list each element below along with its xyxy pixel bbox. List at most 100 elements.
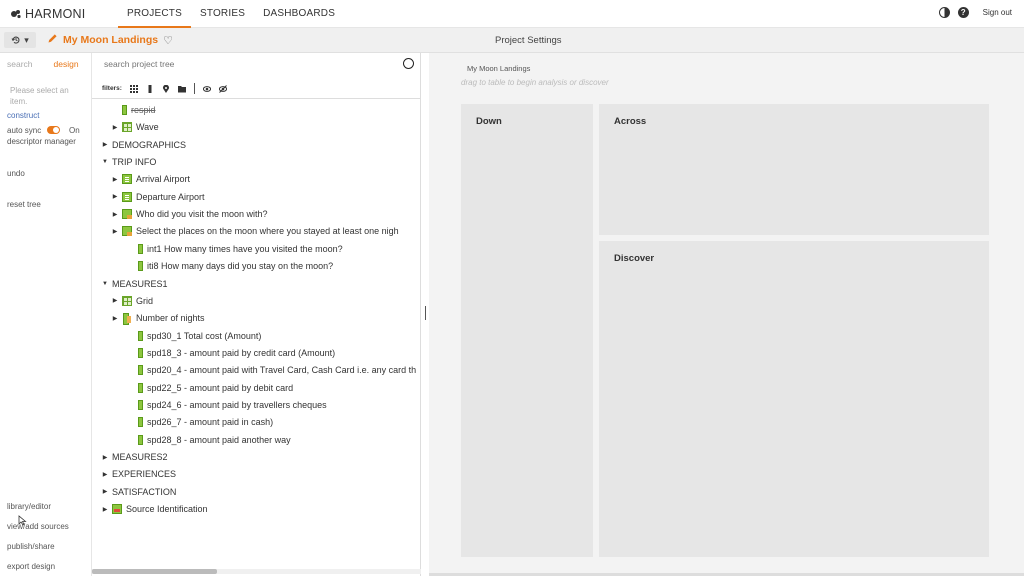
bar-variable-icon bbox=[138, 261, 143, 272]
tree-row[interactable]: spd18_3 - amount paid by credit card (Am… bbox=[127, 345, 335, 361]
variable-filter-icon[interactable] bbox=[146, 84, 154, 93]
tree-row[interactable]: spd28_8 - amount paid another way bbox=[127, 432, 291, 448]
bar-variable-icon bbox=[138, 330, 143, 341]
tree-row[interactable]: ▶ Source Identification bbox=[101, 501, 208, 517]
tree-row[interactable]: ▶ Wave bbox=[111, 119, 159, 135]
project-name-text: My Moon Landings bbox=[63, 34, 159, 46]
tree-row[interactable]: ▶ SATISFACTION bbox=[101, 484, 177, 500]
tab-projects[interactable]: PROJECTS bbox=[118, 0, 191, 28]
down-drop-zone[interactable]: Down bbox=[461, 104, 593, 557]
tree-row[interactable]: ▶ Grid bbox=[111, 293, 153, 309]
project-title[interactable]: My Moon Landings ♡ bbox=[47, 33, 173, 47]
expand-open-icon[interactable]: ▼ bbox=[101, 280, 109, 288]
history-button[interactable]: ▾ bbox=[4, 32, 36, 48]
tab-design[interactable]: design bbox=[47, 59, 79, 69]
project-tree-panel: filters: respid▶Wave▶DEMOGRAPHICS▼TRIP I… bbox=[92, 53, 421, 576]
tree-row-label: SATISFACTION bbox=[112, 486, 177, 497]
library-editor-link[interactable]: library/editor bbox=[7, 502, 51, 511]
scrollbar-thumb[interactable] bbox=[92, 569, 217, 574]
tree-row-label: MEASURES2 bbox=[112, 452, 168, 462]
tree-horizontal-scrollbar[interactable] bbox=[92, 569, 421, 574]
undo-button[interactable]: undo bbox=[7, 169, 25, 178]
expand-closed-icon[interactable]: ▶ bbox=[101, 505, 109, 513]
descriptor-manager-link[interactable]: descriptor manager bbox=[7, 137, 76, 146]
splitter-grip-icon[interactable] bbox=[425, 306, 426, 320]
help-icon[interactable]: ? bbox=[957, 7, 969, 18]
eye-hidden-icon[interactable] bbox=[218, 84, 227, 93]
tree-search-input[interactable] bbox=[104, 59, 394, 69]
contrast-icon[interactable] bbox=[938, 7, 950, 18]
expand-open-icon[interactable]: ▼ bbox=[101, 158, 109, 166]
project-canvas: My Moon Landings drag to table to begin … bbox=[429, 53, 1024, 576]
grid-filter-icon[interactable] bbox=[129, 84, 138, 93]
expand-closed-icon[interactable]: ▶ bbox=[111, 210, 119, 218]
export-design-link[interactable]: export design bbox=[7, 562, 55, 571]
auto-sync-state: On bbox=[69, 126, 80, 135]
expand-closed-icon[interactable]: ▶ bbox=[111, 227, 119, 235]
expand-closed-icon[interactable]: ▶ bbox=[101, 453, 109, 461]
location-filter-icon[interactable] bbox=[162, 84, 170, 93]
tree-row-label: Wave bbox=[136, 122, 159, 133]
tab-search[interactable]: search bbox=[0, 59, 33, 69]
select-item-prompt: Please select an item. bbox=[10, 86, 69, 106]
folder-filter-icon[interactable] bbox=[177, 85, 186, 93]
view-add-sources-link[interactable]: view/add sources bbox=[7, 522, 69, 531]
tree-row-label: EXPERIENCES bbox=[112, 469, 177, 480]
tree-row[interactable]: ▶ Number of nights bbox=[111, 310, 205, 326]
publish-share-link[interactable]: publish/share bbox=[7, 542, 55, 551]
tab-dashboards[interactable]: DASHBOARDS bbox=[254, 0, 344, 28]
tree-row[interactable]: spd22_5 - amount paid by debit card bbox=[127, 380, 293, 396]
tree-row[interactable]: ▶ Departure Airport bbox=[111, 189, 205, 205]
search-icon[interactable] bbox=[403, 58, 414, 69]
reset-tree-button[interactable]: reset tree bbox=[7, 200, 41, 209]
across-drop-zone[interactable]: Across bbox=[599, 104, 989, 235]
tree-row[interactable]: int1 How many times have you visited the… bbox=[127, 241, 343, 257]
tree-row[interactable]: ▶ Who did you visit the moon with? bbox=[111, 206, 268, 222]
tree-row-label: MEASURES1 bbox=[112, 278, 168, 289]
tree-row[interactable]: spd30_1 Total cost (Amount) bbox=[127, 328, 261, 344]
sign-out-link[interactable]: Sign out bbox=[983, 8, 1012, 17]
expand-closed-icon[interactable]: ▶ bbox=[101, 141, 109, 149]
multi-variable-icon bbox=[122, 209, 132, 220]
tree-row[interactable]: respid bbox=[111, 102, 156, 118]
tree-row[interactable]: iti8 How many days did you stay on the m… bbox=[127, 258, 333, 274]
top-right-actions: ? Sign out bbox=[938, 7, 1012, 18]
tree-row[interactable]: spd24_6 - amount paid by travellers cheq… bbox=[127, 397, 327, 413]
expand-closed-icon[interactable]: ▶ bbox=[111, 314, 119, 322]
tree-row-label: spd26_7 - amount paid in cash) bbox=[147, 417, 274, 428]
tree-row[interactable]: ▶ Arrival Airport bbox=[111, 171, 190, 187]
tree-row[interactable]: ▶ DEMOGRAPHICS bbox=[101, 137, 186, 153]
tree-row-label: spd24_6 - amount paid by travellers cheq… bbox=[147, 399, 327, 410]
tab-stories[interactable]: STORIES bbox=[191, 0, 254, 28]
eye-icon[interactable] bbox=[202, 85, 211, 93]
tree-row[interactable]: ▶ MEASURES2 bbox=[101, 449, 168, 465]
tree-row-label: spd28_8 - amount paid another way bbox=[147, 434, 291, 445]
heart-icon[interactable]: ♡ bbox=[163, 34, 173, 47]
tree-row[interactable]: spd20_4 - amount paid with Travel Card, … bbox=[127, 362, 416, 378]
auto-sync-toggle[interactable] bbox=[47, 126, 60, 134]
expand-closed-icon[interactable]: ▶ bbox=[111, 297, 119, 305]
tree-row[interactable]: ▶ Select the places on the moon where you… bbox=[111, 223, 399, 239]
down-zone-label: Down bbox=[476, 116, 502, 127]
harmoni-logo[interactable]: HARMONI bbox=[10, 7, 85, 21]
auto-sync-label: auto sync bbox=[7, 126, 42, 135]
expand-closed-icon[interactable]: ▶ bbox=[111, 123, 119, 131]
tree-row-label: Who did you visit the moon with? bbox=[136, 209, 268, 220]
expand-closed-icon[interactable]: ▶ bbox=[111, 175, 119, 183]
tree-row[interactable]: ▼ TRIP INFO bbox=[101, 154, 156, 170]
discover-drop-zone[interactable]: Discover bbox=[599, 241, 989, 557]
tree-row[interactable]: ▶ EXPERIENCES bbox=[101, 466, 176, 482]
discover-zone-label: Discover bbox=[614, 253, 655, 264]
tree-row[interactable]: ▼ MEASURES1 bbox=[101, 276, 168, 292]
table-variable-icon bbox=[122, 122, 132, 133]
tree-row[interactable]: spd26_7 - amount paid in cash) bbox=[127, 414, 273, 430]
panel-splitter[interactable] bbox=[421, 53, 429, 576]
pencil-icon[interactable] bbox=[47, 33, 58, 47]
construct-link[interactable]: construct bbox=[7, 111, 39, 120]
expand-closed-icon[interactable]: ▶ bbox=[101, 470, 109, 478]
tree-row-label: Departure Airport bbox=[136, 191, 205, 202]
logo-text: HARMONI bbox=[25, 7, 86, 21]
tree-search-row bbox=[92, 53, 421, 77]
expand-closed-icon[interactable]: ▶ bbox=[101, 488, 109, 496]
expand-closed-icon[interactable]: ▶ bbox=[111, 193, 119, 201]
